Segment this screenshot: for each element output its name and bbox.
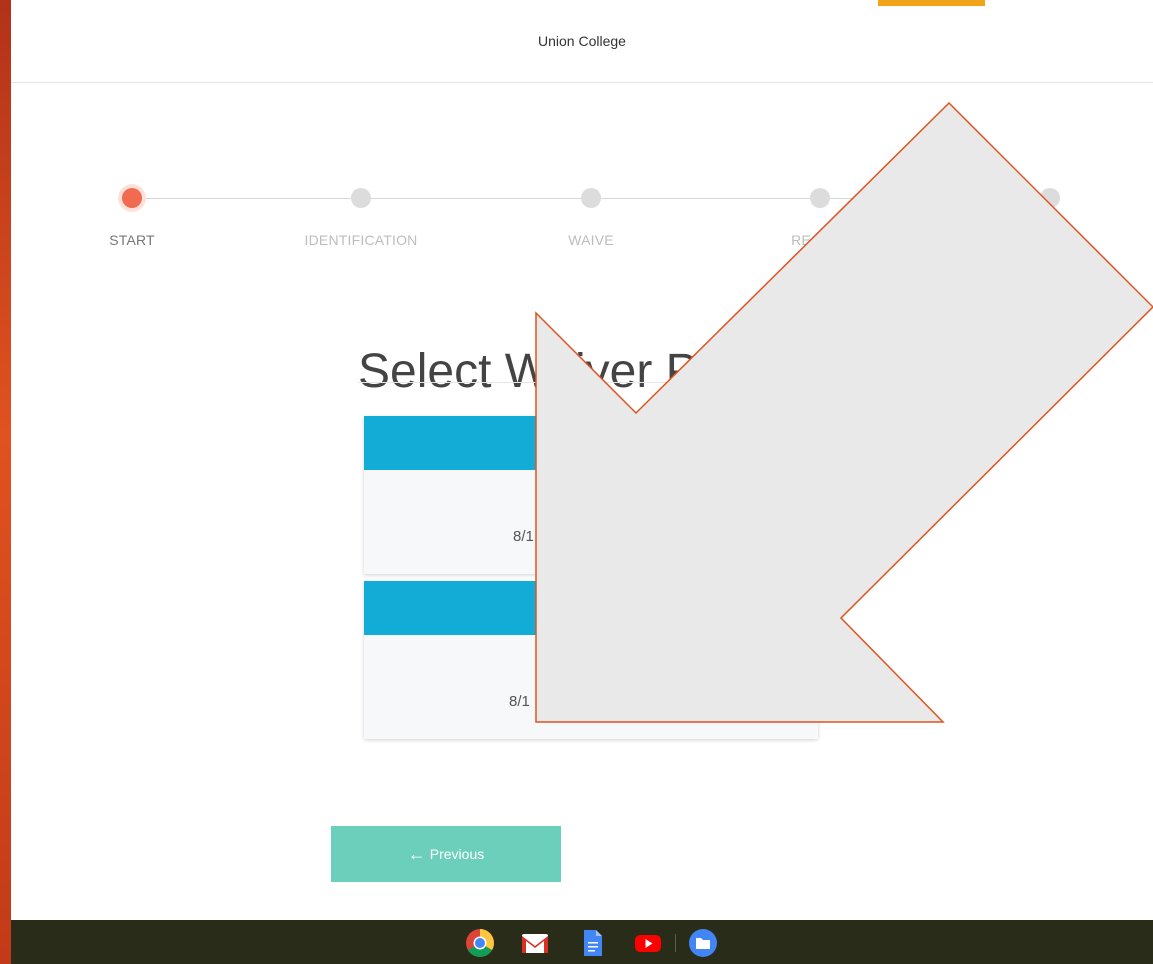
youtube-icon[interactable] (633, 928, 663, 958)
waiver-period-card[interactable]: 8/1 (364, 581, 818, 739)
page-header-title: Union College (538, 33, 626, 49)
waiver-card-date: 8/1 (509, 693, 530, 710)
step-final-dot (1040, 188, 1060, 208)
previous-button-label: Previous (429, 846, 485, 862)
waiver-period-card[interactable]: 8/1 (364, 416, 818, 574)
waiver-card-header (364, 581, 818, 635)
waiver-card-date: 8/1 (513, 528, 534, 545)
step-review-label: RE (791, 232, 811, 248)
step-start-label: START (109, 232, 155, 248)
page-title: Select Waiver P (358, 345, 698, 399)
title-divider (358, 382, 818, 383)
os-shelf (11, 920, 1153, 964)
step-identification-dot (351, 188, 371, 208)
step-waive-dot (581, 188, 601, 208)
docs-icon[interactable] (577, 928, 607, 958)
step-review-dot (810, 188, 830, 208)
waiver-page: Union College START IDENTIFICATION WAIVE… (11, 0, 1153, 920)
step-identification-label: IDENTIFICATION (304, 232, 418, 248)
waiver-card-header (364, 416, 818, 470)
step-start-dot (122, 188, 142, 208)
desktop-background (0, 0, 11, 964)
shelf-divider (675, 934, 676, 952)
previous-button[interactable]: ← Previous (331, 826, 561, 882)
step-waive-label: WAIVE (568, 232, 614, 248)
files-icon[interactable] (688, 928, 718, 958)
progress-stepper: START IDENTIFICATION WAIVE RE (11, 180, 1153, 260)
page-header: Union College (11, 0, 1153, 83)
chrome-icon[interactable] (465, 928, 495, 958)
gmail-icon[interactable] (520, 928, 550, 958)
arrow-left-icon: ← (407, 844, 426, 864)
top-accent-bar (878, 0, 985, 6)
